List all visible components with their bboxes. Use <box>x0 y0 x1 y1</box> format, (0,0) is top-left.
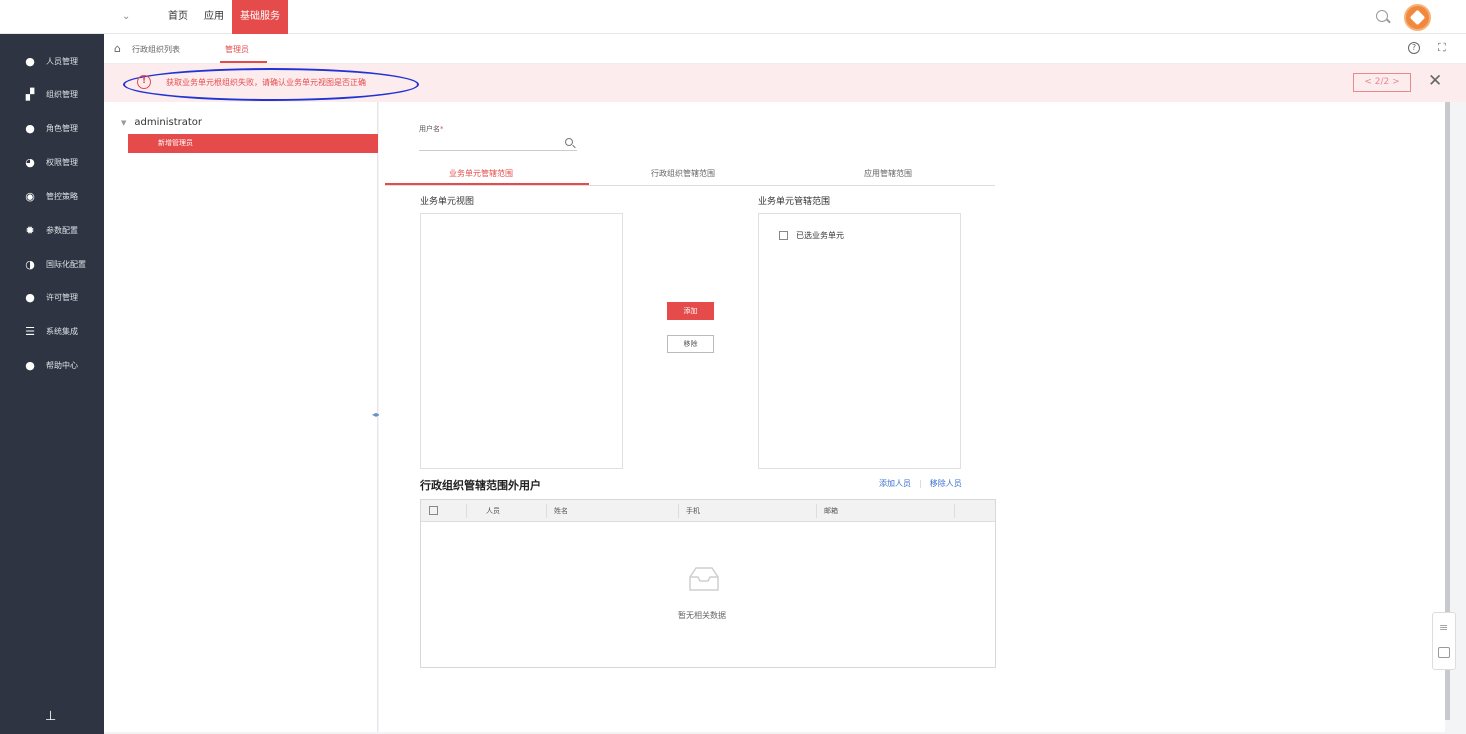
bu-view-title: 业务单元视图 <box>420 197 475 207</box>
sidebar: ● 人员管理 ▞ 组织管理 ● 角色管理 ◕ 权限管理 ◉ 管控策略 ✹ 参数配… <box>0 34 104 734</box>
role-icon: ● <box>25 121 35 135</box>
sidebar-item-label: 人员管理 <box>46 56 78 66</box>
column-header[interactable]: 姓名 <box>554 506 568 516</box>
nav-apps[interactable]: 应用 <box>196 0 232 34</box>
users-table: 人员 姓名 手机 邮箱 暂无相关数据 <box>420 499 996 668</box>
column-header[interactable]: 人员 <box>486 506 500 516</box>
tab-admin[interactable]: 管理员 <box>225 44 249 55</box>
license-icon: ● <box>25 290 35 304</box>
required-mark: * <box>440 125 444 133</box>
gear-icon: ✹ <box>25 223 35 237</box>
help-icon: ● <box>25 358 35 372</box>
error-alert: ! 获取业务单元根组织失败，请确认业务单元视图是否正确 < 2/2 > ✕ <box>104 64 1466 102</box>
permission-icon: ◕ <box>25 155 35 169</box>
tree-root-label: administrator <box>134 117 203 128</box>
column-divider <box>954 504 955 518</box>
sidebar-item-label: 权限管理 <box>46 157 78 167</box>
selected-bu-row[interactable]: 已选业务单元 <box>779 230 844 241</box>
bu-scope-list: 已选业务单元 <box>758 213 961 469</box>
tree-panel: ▼ administrator 新增管理员 <box>104 102 378 732</box>
tab-app-scope[interactable]: 应用管辖范围 <box>864 168 912 179</box>
sidebar-item-role[interactable]: ● 角色管理 <box>0 113 104 143</box>
org-icon: ▞ <box>25 87 35 101</box>
top-nav: 首页 应用 基础服务 <box>160 0 288 34</box>
nav-basic-services[interactable]: 基础服务 <box>232 0 288 34</box>
scope-tabs: 业务单元管辖范围 行政组织管辖范围 应用管辖范围 <box>385 162 995 186</box>
integration-icon: ☰ <box>25 324 35 338</box>
column-header[interactable]: 邮箱 <box>824 506 838 516</box>
main-content: 用户名* 业务单元管辖范围 行政组织管辖范围 应用管辖范围 业务单元视图 添加 … <box>379 102 1445 732</box>
avatar[interactable] <box>1404 4 1431 31</box>
sidebar-item-label: 系统集成 <box>46 326 78 336</box>
sidebar-item-label: 管控策略 <box>46 191 78 201</box>
active-tab-underline <box>385 183 589 185</box>
sidebar-item-params[interactable]: ✹ 参数配置 <box>0 215 104 245</box>
sidebar-item-people[interactable]: ● 人员管理 <box>0 46 104 76</box>
sidebar-item-license[interactable]: ● 许可管理 <box>0 282 104 312</box>
tab-org-list[interactable]: 行政组织列表 <box>132 44 180 55</box>
sidebar-item-integration[interactable]: ☰ 系统集成 <box>0 316 104 346</box>
tab-bu-scope[interactable]: 业务单元管辖范围 <box>449 168 513 179</box>
column-divider <box>816 504 817 518</box>
username-label-text: 用户名 <box>419 125 440 133</box>
bu-scope-title: 业务单元管辖范围 <box>758 197 831 207</box>
chevron-down-icon[interactable]: ⌄ <box>122 11 130 22</box>
column-divider <box>678 504 679 518</box>
bu-view-tree[interactable] <box>420 213 623 469</box>
column-divider <box>466 504 467 518</box>
sidebar-item-help[interactable]: ● 帮助中心 <box>0 350 104 380</box>
table-header: 人员 姓名 手机 邮箱 <box>421 500 995 522</box>
add-people-link[interactable]: 添加人员 <box>879 479 911 488</box>
fullscreen-icon[interactable]: ⛶ <box>1438 41 1446 55</box>
selected-bu-label: 已选业务单元 <box>796 231 844 240</box>
column-header[interactable]: 手机 <box>686 506 700 516</box>
grid-title: 行政组织管辖范围外用户 <box>420 479 541 492</box>
top-bar: ⌄ 首页 应用 基础服务 <box>0 0 1466 34</box>
sidebar-item-label: 帮助中心 <box>46 360 78 370</box>
nav-home[interactable]: 首页 <box>160 0 196 34</box>
pin-icon[interactable]: ⊥ <box>45 709 56 724</box>
sidebar-item-label: 组织管理 <box>46 89 78 99</box>
breadcrumb: ⌂ 行政组织列表 管理员 ? ⛶ <box>104 34 1466 64</box>
remove-people-link[interactable]: 移除人员 <box>930 479 962 488</box>
policy-icon: ◉ <box>25 189 35 203</box>
sidebar-item-label: 角色管理 <box>46 123 78 133</box>
globe-icon: ◑ <box>25 257 35 271</box>
person-icon: ● <box>25 54 35 68</box>
empty-inbox-icon <box>689 567 719 591</box>
add-button[interactable]: 添加 <box>667 302 714 320</box>
checkbox[interactable] <box>779 231 788 240</box>
close-icon[interactable]: ✕ <box>1428 71 1442 91</box>
sidebar-item-i18n[interactable]: ◑ 国际化配置 <box>0 249 104 279</box>
warning-icon: ! <box>137 75 151 89</box>
floating-toolbar: ≡ <box>1432 612 1456 670</box>
home-icon[interactable]: ⌂ <box>114 42 121 55</box>
active-tab-underline <box>220 61 267 63</box>
sidebar-item-permission[interactable]: ◕ 权限管理 <box>0 147 104 177</box>
menu-lines-icon[interactable]: ≡ <box>1439 621 1448 634</box>
select-all-checkbox[interactable] <box>429 506 438 515</box>
sidebar-item-label: 参数配置 <box>46 225 78 235</box>
caret-down-icon[interactable]: ▼ <box>121 119 126 127</box>
empty-state-text: 暂无相关数据 <box>678 611 726 620</box>
search-icon[interactable] <box>565 138 573 146</box>
tree-root[interactable]: ▼ administrator <box>121 117 202 128</box>
chat-icon[interactable] <box>1438 647 1450 658</box>
remove-button[interactable]: 移除 <box>667 335 714 353</box>
sidebar-item-label: 许可管理 <box>46 292 78 302</box>
username-input[interactable] <box>419 135 577 151</box>
alert-message: 获取业务单元根组织失败，请确认业务单元视图是否正确 <box>166 78 366 87</box>
search-icon[interactable] <box>1376 10 1388 22</box>
username-label: 用户名* <box>419 124 444 134</box>
sidebar-item-org[interactable]: ▞ 组织管理 <box>0 79 104 109</box>
help-circle-icon[interactable]: ? <box>1408 42 1420 54</box>
tree-item-selected[interactable]: 新增管理员 <box>128 134 378 153</box>
alert-pager[interactable]: < 2/2 > <box>1353 73 1411 92</box>
tab-org-scope[interactable]: 行政组织管辖范围 <box>651 168 715 179</box>
separator: | <box>919 479 922 488</box>
grid-actions: 添加人员 | 移除人员 <box>879 478 962 489</box>
sidebar-item-label: 国际化配置 <box>46 259 86 269</box>
column-divider <box>546 504 547 518</box>
sidebar-item-policy[interactable]: ◉ 管控策略 <box>0 181 104 211</box>
